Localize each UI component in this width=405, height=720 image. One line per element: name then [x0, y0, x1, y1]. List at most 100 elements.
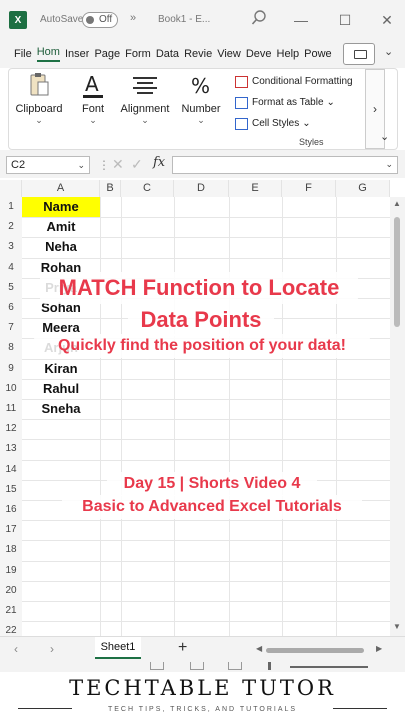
- normal-view-icon[interactable]: [150, 662, 164, 670]
- horizontal-scrollbar-thumb[interactable]: [266, 648, 364, 653]
- tab-formulas[interactable]: Form: [125, 48, 151, 60]
- zoom-marker: [268, 662, 271, 670]
- minimize-icon[interactable]: —: [292, 11, 310, 29]
- table-cell[interactable]: Rahul: [22, 379, 100, 399]
- cell-styles-icon: [235, 117, 248, 130]
- number-group[interactable]: % Number ⌄: [179, 71, 223, 126]
- row-header[interactable]: 2: [0, 217, 22, 238]
- conditional-formatting-label: Conditional Formatting: [252, 76, 353, 87]
- sheet-tab-sheet1[interactable]: Sheet1: [95, 637, 141, 659]
- close-icon[interactable]: ✕: [378, 11, 396, 29]
- scroll-left-icon[interactable]: ◀: [256, 644, 262, 653]
- column-header-a[interactable]: A: [22, 180, 100, 197]
- video-subtitle: Quickly find the position of your data!: [34, 334, 370, 358]
- enter-icon[interactable]: ✓: [131, 156, 143, 173]
- tab-view[interactable]: View: [217, 48, 241, 60]
- gridline: [22, 419, 390, 421]
- row-header[interactable]: 14: [0, 459, 22, 480]
- column-header-f[interactable]: F: [282, 180, 336, 197]
- table-cell[interactable]: Kiran: [22, 359, 100, 379]
- gridline: [22, 540, 390, 542]
- scroll-right-icon[interactable]: ▶: [376, 644, 382, 653]
- gridline: [22, 621, 390, 623]
- chevron-down-icon[interactable]: ⌄: [77, 157, 85, 173]
- tab-page-layout[interactable]: Page: [94, 48, 120, 60]
- page-break-view-icon[interactable]: [228, 662, 242, 670]
- format-as-table-label: Format as Table: [252, 97, 324, 108]
- tab-data[interactable]: Data: [156, 48, 179, 60]
- font-group[interactable]: A Font ⌄: [75, 71, 111, 126]
- header-cell[interactable]: Name: [22, 197, 100, 217]
- table-cell[interactable]: Neha: [22, 237, 100, 257]
- scrollbar-thumb[interactable]: [394, 217, 400, 327]
- alignment-group[interactable]: Alignment ⌄: [119, 71, 171, 126]
- row-header[interactable]: 1: [0, 197, 22, 218]
- tab-insert[interactable]: Inser: [65, 48, 89, 60]
- search-icon[interactable]: [251, 10, 267, 28]
- row-header[interactable]: 16: [0, 500, 22, 521]
- tab-file[interactable]: File: [14, 48, 32, 60]
- row-header[interactable]: 7: [0, 318, 22, 339]
- autosave-toggle[interactable]: Off: [82, 12, 118, 28]
- tab-power-pivot[interactable]: Powe: [304, 48, 332, 60]
- row-header[interactable]: 10: [0, 378, 22, 399]
- select-all-corner[interactable]: [0, 180, 22, 197]
- column-header-g[interactable]: G: [336, 180, 390, 197]
- column-header-b[interactable]: B: [100, 180, 121, 197]
- row-header[interactable]: 19: [0, 560, 22, 581]
- tab-home[interactable]: Hom: [36, 46, 60, 62]
- row-header[interactable]: 11: [0, 399, 22, 420]
- chevron-down-icon[interactable]: ⌄: [385, 159, 393, 170]
- clipboard-group[interactable]: Clipboard ⌄: [15, 71, 63, 126]
- comments-button[interactable]: [343, 43, 375, 65]
- column-header-c[interactable]: C: [121, 180, 174, 197]
- formula-bar-separator: ⋮: [98, 158, 110, 172]
- row-header[interactable]: 12: [0, 419, 22, 440]
- add-sheet-button[interactable]: +: [178, 639, 187, 657]
- tab-developer[interactable]: Deve: [246, 48, 272, 60]
- row-header[interactable]: 20: [0, 580, 22, 601]
- column-header-e[interactable]: E: [229, 180, 282, 197]
- row-header[interactable]: 13: [0, 439, 22, 460]
- collapse-ribbon-icon[interactable]: ⌄: [380, 130, 389, 143]
- name-box[interactable]: C2 ⌄: [6, 156, 90, 174]
- table-icon: [235, 96, 248, 109]
- scroll-up-icon[interactable]: ▲: [393, 199, 401, 208]
- table-cell[interactable]: Sneha: [22, 399, 100, 419]
- status-bar: [0, 662, 405, 672]
- row-header[interactable]: 6: [0, 298, 22, 319]
- quick-access-overflow-icon[interactable]: »: [130, 12, 136, 24]
- format-as-table-button[interactable]: Format as Table ⌄: [235, 92, 365, 113]
- autosave-state: Off: [99, 14, 113, 25]
- insert-function-icon[interactable]: fx: [153, 155, 165, 170]
- tab-review[interactable]: Revie: [184, 48, 212, 60]
- maximize-icon[interactable]: ☐: [336, 11, 354, 29]
- row-header[interactable]: 3: [0, 237, 22, 258]
- conditional-formatting-button[interactable]: Conditional Formatting: [235, 71, 365, 92]
- cancel-icon[interactable]: ✕: [112, 156, 124, 173]
- row-header[interactable]: 8: [0, 338, 22, 359]
- row-header[interactable]: 5: [0, 277, 22, 298]
- cell-styles-button[interactable]: Cell Styles ⌄: [235, 113, 365, 134]
- row-header[interactable]: 18: [0, 540, 22, 561]
- svg-text:%: %: [191, 74, 210, 98]
- row-header[interactable]: 15: [0, 479, 22, 500]
- chevron-left-icon[interactable]: ‹: [14, 642, 18, 656]
- zoom-slider[interactable]: [290, 666, 368, 668]
- chevron-down-icon[interactable]: ⌄: [384, 45, 393, 58]
- page-layout-view-icon[interactable]: [190, 662, 204, 670]
- row-header[interactable]: 21: [0, 601, 22, 622]
- row-header[interactable]: 4: [0, 257, 22, 278]
- worksheet-grid[interactable]: A B C D E F G 1 2 3 4 5 6 7 8 9 10 11 12 13 14 15 16 17 1…: [0, 178, 405, 703]
- column-header-d[interactable]: D: [174, 180, 229, 197]
- gridline: [22, 439, 390, 441]
- vertical-scrollbar[interactable]: ▲ ▼: [390, 197, 405, 637]
- chevron-right-icon[interactable]: ›: [50, 642, 54, 656]
- row-header[interactable]: 9: [0, 358, 22, 379]
- formula-input[interactable]: ⌄: [172, 156, 398, 174]
- scroll-down-icon[interactable]: ▼: [393, 622, 401, 631]
- table-cell[interactable]: Amit: [22, 217, 100, 237]
- tab-help[interactable]: Help: [277, 48, 300, 60]
- row-header[interactable]: 17: [0, 520, 22, 541]
- clipboard-label: Clipboard: [15, 103, 63, 115]
